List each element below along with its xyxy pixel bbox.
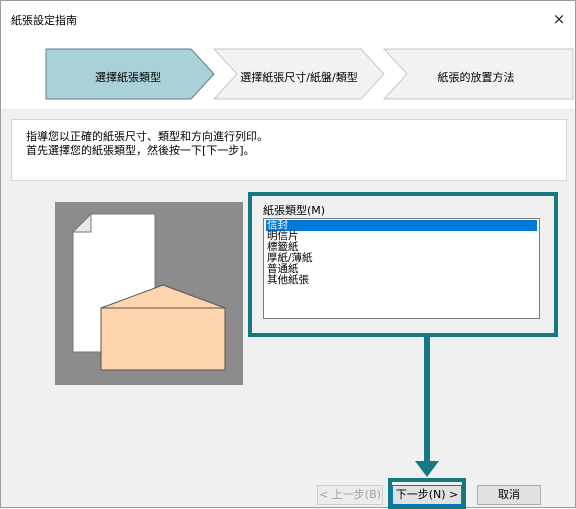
callout-arrow (415, 337, 439, 477)
cancel-button[interactable]: 取消 (477, 485, 541, 505)
paper-setup-guide-dialog: 紙張設定指南 × 選擇紙張類型 選擇紙張尺寸/紙盤/類型 紙張的放置方法 指導您… (0, 0, 576, 509)
next-button-highlight-frame (388, 478, 466, 509)
back-button[interactable]: < 上一步(B) (317, 485, 383, 505)
